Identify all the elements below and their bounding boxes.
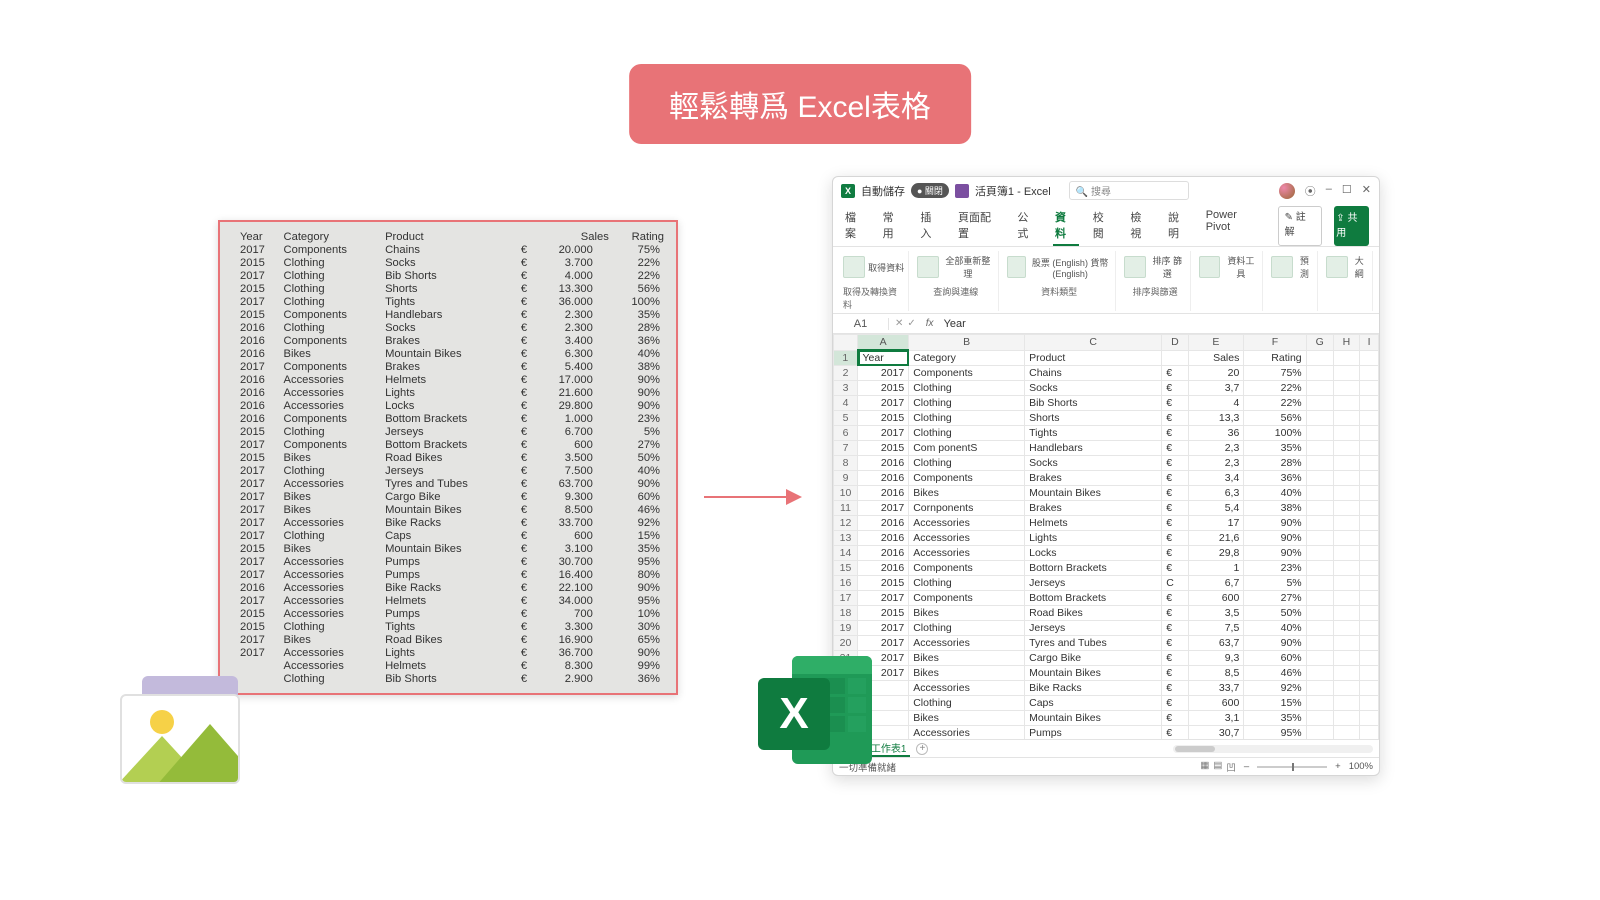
ribbon-tab-常用[interactable]: 常用 (881, 206, 907, 246)
normal-view-icon[interactable]: ▦ (1200, 760, 1209, 774)
zoom-in-button[interactable]: + (1335, 761, 1341, 772)
name-box[interactable]: A1 (833, 318, 889, 330)
excel-titlebar: X 自動儲存 ● 關閉 活頁簿1 - Excel 🔍 搜尋 ⦿ – ☐ ✕ (833, 177, 1379, 204)
excel-logo-icon: X (841, 184, 855, 198)
ribbon-tab-校閱[interactable]: 校閱 (1091, 206, 1117, 246)
annotate-button[interactable]: ✎ 註解 (1278, 206, 1323, 246)
ribbon-group: 取得資料取得及轉換資料 (839, 251, 909, 311)
ribbon-bar: 取得資料取得及轉換資料全部重新整理查詢與連線股票 (English) 貨幣 (E… (833, 247, 1379, 314)
page-break-view-icon[interactable]: 凹 (1226, 760, 1236, 774)
ribbon-button-icon[interactable] (1326, 256, 1347, 278)
zoom-level[interactable]: 100% (1349, 761, 1373, 772)
ribbon-tab-插入[interactable]: 插入 (918, 206, 944, 246)
cancel-icon[interactable]: ✕ (895, 318, 903, 329)
ribbon-button-icon[interactable] (1199, 256, 1220, 278)
add-sheet-button[interactable]: + (916, 743, 928, 755)
status-bar: 一切準備就緒 ▦ ▤ 凹 – + 100% (833, 757, 1379, 775)
user-avatar-icon[interactable] (1279, 183, 1295, 199)
ribbon-group: 排序 篩選排序與篩選 (1120, 251, 1191, 311)
autosave-label: 自動儲存 (861, 183, 905, 199)
ribbon-tab-檢視[interactable]: 檢視 (1128, 206, 1154, 246)
search-input[interactable]: 🔍 搜尋 (1069, 181, 1189, 200)
ribbon-button-icon[interactable] (843, 256, 865, 278)
spreadsheet-grid[interactable]: ABCDEFGHI1YearCategoryProductSalesRating… (833, 334, 1379, 739)
ribbon-tab-資料[interactable]: 資料 (1053, 206, 1079, 246)
enter-icon[interactable]: ✓ (907, 318, 915, 329)
window-minimize-button[interactable]: – (1326, 183, 1332, 199)
ribbon-button-icon[interactable] (917, 256, 938, 278)
ribbon-mode-icon[interactable]: ⦿ (1305, 183, 1316, 199)
fx-icon[interactable]: fx (922, 318, 938, 329)
zoom-slider[interactable] (1257, 766, 1327, 768)
ribbon-tab-公式[interactable]: 公式 (1015, 206, 1041, 246)
arrow-icon (704, 496, 800, 498)
excel-file-icon: X (758, 656, 878, 772)
ribbon-group: 資料工具 (1195, 251, 1263, 311)
ribbon-button-icon[interactable] (1007, 256, 1026, 278)
ribbon-tab-說明[interactable]: 說明 (1166, 206, 1192, 246)
window-close-button[interactable]: ✕ (1362, 183, 1371, 199)
window-maximize-button[interactable]: ☐ (1342, 183, 1352, 199)
document-title: 活頁簿1 - Excel (975, 183, 1051, 199)
image-file-icon (120, 676, 250, 784)
ribbon-group: 股票 (English) 貨幣 (English)資料類型 (1003, 251, 1116, 311)
page-layout-view-icon[interactable]: ▤ (1213, 760, 1222, 774)
ribbon-tab-頁面配置[interactable]: 頁面配置 (956, 206, 1003, 246)
ribbon-tabs: 檔案常用插入頁面配置公式資料校閱檢視說明 Power Pivot ✎ 註解 ⇪ 共用 (833, 204, 1379, 247)
ribbon-group: 全部重新整理查詢與連線 (913, 251, 999, 311)
formula-input[interactable]: Year (938, 318, 1379, 330)
page-title: 輕鬆轉爲 Excel表格 (629, 64, 971, 144)
source-image-table: YearCategoryProductSalesRating2017Compon… (218, 220, 678, 695)
excel-window: X 自動儲存 ● 關閉 活頁簿1 - Excel 🔍 搜尋 ⦿ – ☐ ✕ 檔案… (832, 176, 1380, 776)
ribbon-tab-檔案[interactable]: 檔案 (843, 206, 869, 246)
autosave-toggle[interactable]: ● 關閉 (911, 183, 949, 198)
sheet-tabs-bar: ◂ ▸ 工作表1 + (833, 739, 1379, 757)
ribbon-button-icon[interactable] (1124, 256, 1145, 278)
zoom-out-button[interactable]: – (1244, 761, 1249, 772)
ribbon-group: 預測 (1267, 251, 1318, 311)
formula-bar: A1 ✕ ✓ fx Year (833, 314, 1379, 334)
save-icon[interactable] (955, 184, 969, 198)
share-button[interactable]: ⇪ 共用 (1334, 206, 1369, 246)
ribbon-group: 大綱 (1322, 251, 1373, 311)
ribbon-button-icon[interactable] (1271, 256, 1292, 278)
horizontal-scrollbar[interactable] (1173, 745, 1373, 753)
ribbon-tab-Power Pivot[interactable]: Power Pivot (1204, 206, 1266, 246)
